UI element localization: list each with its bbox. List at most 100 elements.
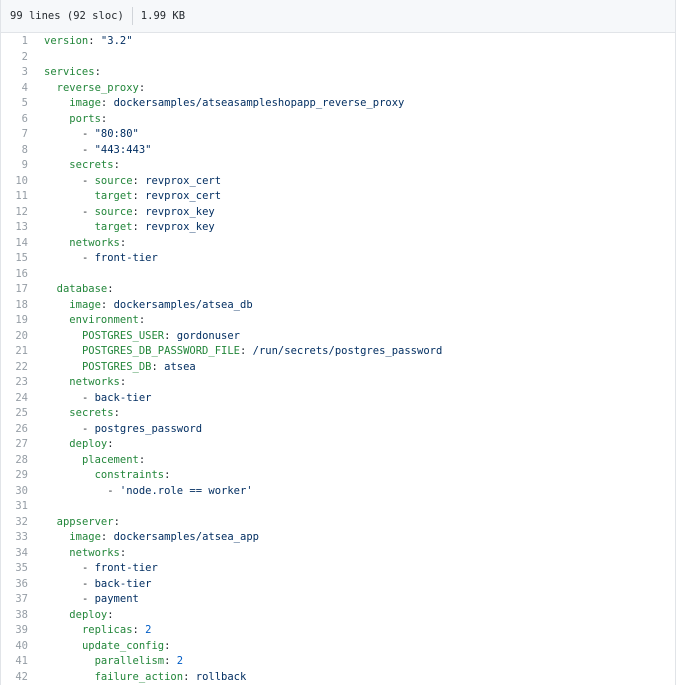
yaml-key: environment bbox=[69, 314, 139, 326]
line-number[interactable]: 16 bbox=[1, 267, 44, 283]
line-number[interactable]: 31 bbox=[1, 499, 44, 515]
line-number[interactable]: 26 bbox=[1, 422, 44, 438]
yaml-value: front-tier bbox=[94, 562, 158, 574]
yaml-separator: : bbox=[164, 329, 177, 342]
yaml-separator: : bbox=[107, 438, 114, 450]
line-content: database: bbox=[44, 282, 114, 298]
list-dash: - bbox=[81, 422, 95, 435]
code-line: 11 target: revprox_cert bbox=[1, 189, 675, 205]
line-number[interactable]: 40 bbox=[1, 639, 44, 655]
line-number[interactable]: 22 bbox=[1, 360, 44, 376]
yaml-key: deploy bbox=[69, 608, 108, 621]
line-number[interactable]: 5 bbox=[1, 96, 44, 112]
yaml-separator: : bbox=[119, 376, 127, 388]
line-number[interactable]: 29 bbox=[1, 468, 44, 484]
line-number[interactable]: 37 bbox=[1, 592, 44, 608]
line-content: - "443:443" bbox=[44, 143, 152, 159]
code-line: 39 replicas: 2 bbox=[1, 623, 675, 639]
line-number[interactable]: 6 bbox=[1, 112, 44, 128]
line-number[interactable]: 33 bbox=[1, 530, 44, 546]
line-number[interactable]: 38 bbox=[1, 608, 44, 624]
code-line: 37 - payment bbox=[1, 592, 675, 608]
yaml-key: target bbox=[94, 190, 133, 202]
line-number[interactable]: 13 bbox=[1, 220, 44, 236]
line-content: deploy: bbox=[44, 608, 113, 624]
line-number[interactable]: 42 bbox=[1, 670, 44, 685]
yaml-value: back-tier bbox=[94, 577, 152, 590]
line-number[interactable]: 24 bbox=[1, 391, 44, 407]
line-content: POSTGRES_DB_PASSWORD_FILE: /run/secrets/… bbox=[44, 344, 442, 360]
file-size: 1.99 KB bbox=[140, 10, 186, 22]
yaml-value: back-tier bbox=[94, 391, 152, 404]
yaml-separator: : bbox=[119, 546, 127, 559]
yaml-key: database bbox=[56, 283, 108, 295]
code-line: 8 - "443:443" bbox=[1, 143, 675, 159]
code-line: 19 environment: bbox=[1, 313, 675, 329]
yaml-key: version bbox=[44, 35, 89, 47]
line-number[interactable]: 18 bbox=[1, 298, 44, 314]
line-number[interactable]: 12 bbox=[1, 205, 44, 221]
list-dash: - bbox=[81, 391, 95, 404]
yaml-value: dockersamples/atsea_app bbox=[113, 531, 259, 543]
line-content: - back-tier bbox=[44, 577, 152, 593]
line-number[interactable]: 2 bbox=[1, 50, 44, 66]
line-content: services: bbox=[44, 65, 101, 81]
line-number[interactable]: 14 bbox=[1, 236, 44, 252]
line-number[interactable]: 36 bbox=[1, 577, 44, 593]
line-number[interactable]: 39 bbox=[1, 623, 44, 639]
line-number[interactable]: 10 bbox=[1, 174, 44, 190]
line-number[interactable]: 23 bbox=[1, 375, 44, 391]
line-number[interactable]: 9 bbox=[1, 158, 44, 174]
line-number[interactable]: 1 bbox=[1, 34, 44, 50]
yaml-value: /run/secrets/postgres_password bbox=[252, 345, 443, 357]
line-number[interactable]: 30 bbox=[1, 484, 44, 500]
line-number[interactable]: 3 bbox=[1, 65, 44, 81]
line-number[interactable]: 11 bbox=[1, 189, 44, 205]
line-number[interactable]: 25 bbox=[1, 406, 44, 422]
line-number[interactable]: 8 bbox=[1, 143, 44, 159]
line-content: networks: bbox=[44, 236, 126, 252]
code-line: 17 database: bbox=[1, 282, 675, 298]
line-number[interactable]: 32 bbox=[1, 515, 44, 531]
line-number[interactable]: 35 bbox=[1, 561, 44, 577]
yaml-key: secrets bbox=[69, 159, 114, 171]
line-content: image: dockersamples/atsea_app bbox=[44, 530, 259, 546]
line-content: - back-tier bbox=[44, 391, 152, 407]
yaml-key: ports bbox=[69, 112, 101, 125]
line-content: parallelism: 2 bbox=[44, 654, 184, 670]
yaml-separator: : bbox=[94, 66, 101, 78]
code-line: 40 update_config: bbox=[1, 639, 675, 655]
code-line: 18 image: dockersamples/atsea_db bbox=[1, 298, 675, 314]
line-number[interactable]: 21 bbox=[1, 344, 44, 360]
line-number[interactable]: 17 bbox=[1, 282, 44, 298]
line-number[interactable]: 15 bbox=[1, 251, 44, 267]
list-dash: - bbox=[81, 174, 95, 187]
line-number[interactable]: 27 bbox=[1, 437, 44, 453]
line-number[interactable]: 41 bbox=[1, 654, 44, 670]
line-number[interactable]: 34 bbox=[1, 546, 44, 562]
code-line: 16 bbox=[1, 267, 675, 283]
file-info-divider bbox=[131, 7, 133, 25]
line-number[interactable]: 4 bbox=[1, 81, 44, 97]
line-number[interactable]: 28 bbox=[1, 453, 44, 469]
line-number[interactable]: 20 bbox=[1, 329, 44, 345]
line-number[interactable]: 19 bbox=[1, 313, 44, 329]
yaml-key: secrets bbox=[69, 407, 114, 419]
line-number[interactable]: 7 bbox=[1, 127, 44, 143]
list-dash: - bbox=[107, 484, 120, 497]
code-line: 23 networks: bbox=[1, 375, 675, 391]
